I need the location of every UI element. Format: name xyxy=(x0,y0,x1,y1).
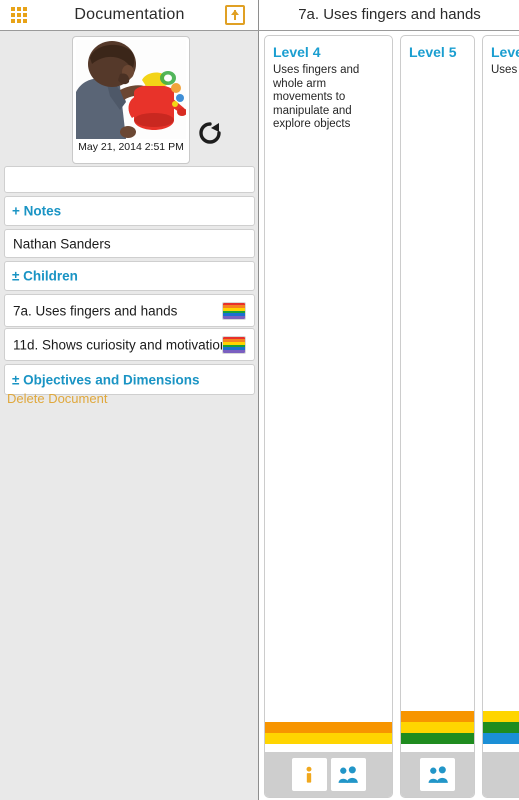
photo-image xyxy=(76,40,186,139)
badge-stripe-purple xyxy=(223,315,245,319)
level-title: Level 4 xyxy=(273,44,321,60)
level-footer-toolbar xyxy=(265,752,392,797)
top-bar-left: Documentation xyxy=(0,0,259,30)
documentation-panel: May 21, 2014 2:51 PM + Notes Nathan Sand… xyxy=(0,31,259,800)
export-upload-icon[interactable] xyxy=(225,5,245,25)
delete-document-link[interactable]: Delete Document xyxy=(7,391,107,406)
color-bar-orange xyxy=(401,711,474,722)
level-title: Level 5 xyxy=(409,44,457,60)
blank-input-field[interactable] xyxy=(4,166,255,193)
rainbow-badge-icon xyxy=(222,335,246,354)
level-title: Leve xyxy=(491,44,519,60)
children-toggle-label: ± Children xyxy=(12,268,78,284)
color-bar-yellow xyxy=(265,733,392,744)
children-people-icon[interactable] xyxy=(420,758,455,791)
color-bar-yellow xyxy=(483,711,519,722)
app-root: Documentation 7a. Uses fingers and hands xyxy=(0,0,519,800)
photo-thumbnail[interactable]: May 21, 2014 2:51 PM xyxy=(72,36,190,164)
badge-stripe-purple xyxy=(223,349,245,353)
notes-toggle[interactable]: + Notes xyxy=(4,196,255,226)
level-description: Uses finger xyxy=(491,64,519,76)
list-item[interactable]: 11d. Shows curiosity and motivation xyxy=(4,328,255,361)
top-bar: Documentation 7a. Uses fingers and hands xyxy=(0,0,519,31)
color-bar-blue xyxy=(483,733,519,744)
level-column-5[interactable]: Level 5 xyxy=(400,35,475,798)
info-icon[interactable] xyxy=(291,758,327,791)
photo-caption: May 21, 2014 2:51 PM xyxy=(76,139,186,156)
top-bar-right: 7a. Uses fingers and hands xyxy=(260,0,519,30)
page-title: Documentation xyxy=(74,6,185,23)
color-bar-orange xyxy=(265,722,392,733)
color-bar-green xyxy=(401,733,474,744)
objective-11d-label: 11d. Shows curiosity and motivation xyxy=(13,337,228,352)
level-description: Uses fingers and whole arm movements to … xyxy=(273,64,360,130)
list-item[interactable]: 7a. Uses fingers and hands xyxy=(4,294,255,327)
color-bar-green xyxy=(483,722,519,733)
color-bar-yellow xyxy=(401,722,474,733)
objective-title: 7a. Uses fingers and hands xyxy=(298,6,481,23)
level-footer-toolbar xyxy=(401,752,474,797)
children-toggle[interactable]: ± Children xyxy=(4,261,255,291)
rainbow-badge-icon xyxy=(222,301,246,320)
level-color-bars xyxy=(483,711,519,744)
rotate-clockwise-icon[interactable] xyxy=(196,119,224,147)
objectives-dimensions-label: ± Objectives and Dimensions xyxy=(12,372,200,387)
level-column-4[interactable]: Level 4 Uses fingers and whole arm movem… xyxy=(264,35,393,798)
level-color-bars xyxy=(401,711,474,744)
level-color-bars xyxy=(265,722,392,744)
level-column-6[interactable]: Leve Uses finger xyxy=(482,35,519,798)
notes-toggle-label: + Notes xyxy=(12,203,62,219)
level-footer-toolbar xyxy=(483,752,519,797)
levels-panel: Level 4 Uses fingers and whole arm movem… xyxy=(260,31,519,800)
child-name-value: Nathan Sanders xyxy=(13,236,111,251)
children-people-icon[interactable] xyxy=(330,758,366,791)
child-name-field[interactable]: Nathan Sanders xyxy=(4,229,255,258)
objective-7a-label: 7a. Uses fingers and hands xyxy=(13,303,178,318)
